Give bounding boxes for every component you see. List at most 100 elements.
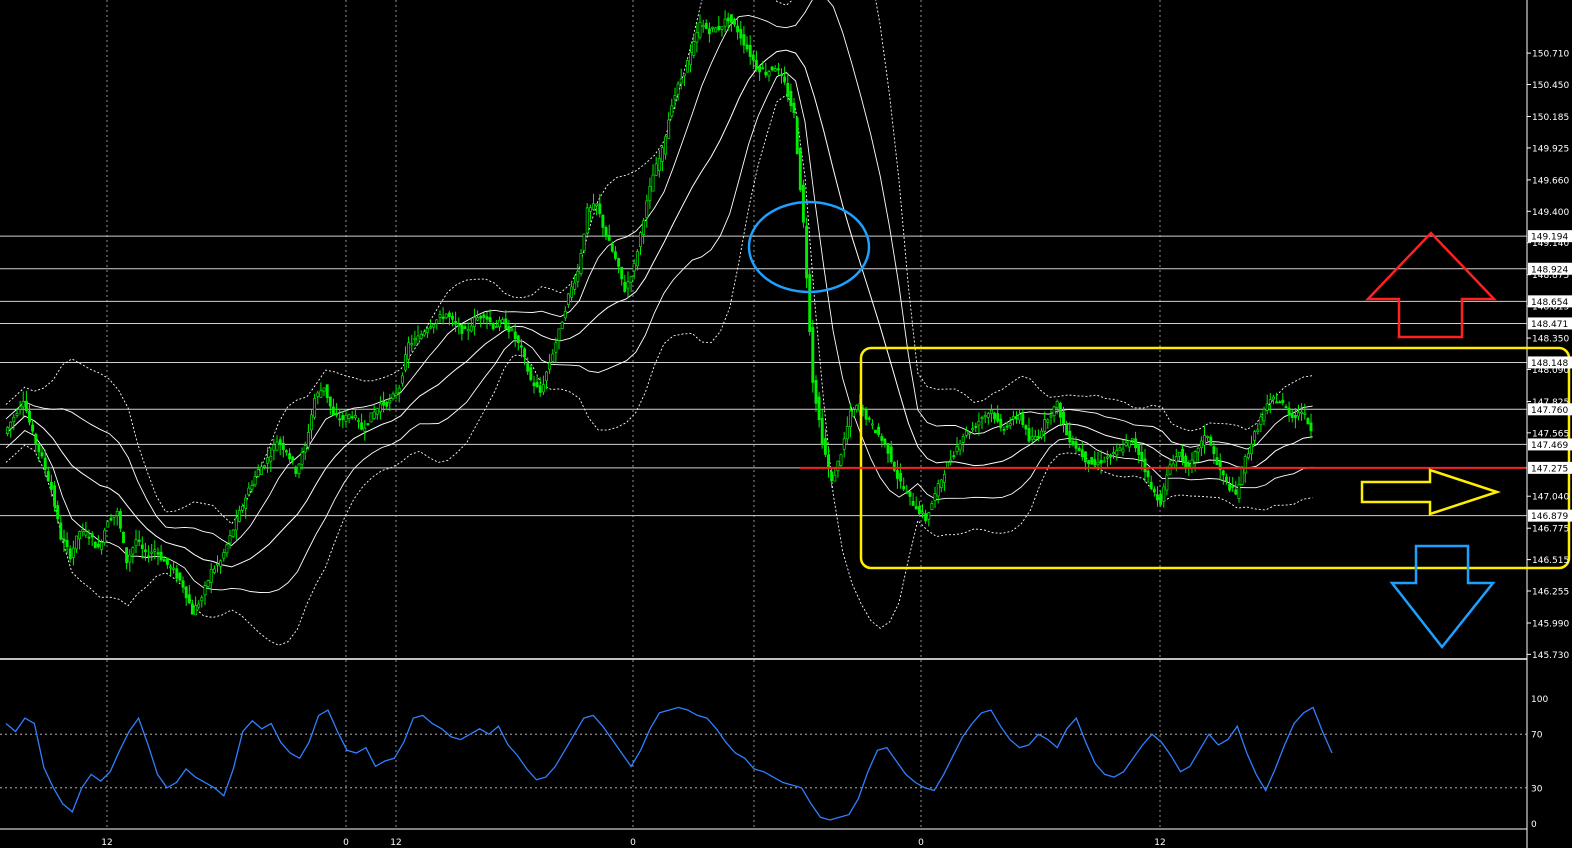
candle-body — [482, 314, 486, 318]
candle-body — [338, 418, 342, 421]
candle-body — [31, 424, 35, 432]
candle-body — [1152, 488, 1156, 493]
candle-body — [949, 459, 953, 462]
candle-body — [325, 384, 329, 399]
candle-body — [1065, 424, 1069, 436]
candle-body — [673, 95, 677, 100]
candle-body — [103, 529, 107, 543]
candle-body — [1234, 489, 1238, 495]
candle-body — [241, 505, 245, 511]
candle-body — [1049, 415, 1053, 418]
oscillator-panel: 100 70 30 0 — [0, 695, 1548, 830]
candle-body — [184, 586, 188, 599]
candle-body — [397, 387, 401, 393]
candle-body — [125, 547, 129, 564]
candle-body — [1221, 470, 1225, 476]
candle-body — [237, 510, 241, 522]
candle-body — [507, 325, 511, 332]
candle-body — [410, 343, 414, 346]
candle-body — [1297, 412, 1300, 417]
candle-body — [723, 18, 727, 27]
candle-body — [263, 465, 266, 468]
band-middle — [5, 49, 1313, 568]
candle-body — [620, 266, 624, 280]
down-arrow-icon — [1389, 544, 1496, 650]
candle-body — [1036, 435, 1040, 438]
candle-body — [75, 535, 78, 550]
candle-body — [90, 533, 94, 538]
candle-body — [1303, 412, 1307, 415]
candle-body — [335, 412, 339, 416]
candle-body — [416, 335, 420, 344]
candle-body — [46, 471, 50, 482]
candle-body — [156, 552, 160, 555]
candle-body — [228, 535, 232, 544]
candle-body — [206, 580, 210, 587]
candle-body — [1024, 425, 1028, 430]
candle-body — [1027, 428, 1031, 442]
candle-body — [400, 375, 404, 384]
candle-body — [855, 405, 859, 410]
time-tick-label: 0 — [630, 838, 636, 848]
candle-body — [216, 563, 219, 566]
candle-body — [667, 119, 671, 139]
candle-body — [751, 54, 755, 61]
candle-body — [617, 258, 621, 267]
candle-body — [438, 314, 442, 318]
candle-body — [921, 511, 924, 514]
candle-body — [770, 66, 774, 71]
candle-body — [654, 163, 658, 176]
candle-body — [9, 421, 13, 429]
candle-body — [269, 456, 273, 462]
candle-body — [451, 316, 454, 320]
candle-body — [560, 321, 564, 329]
candle-body — [545, 371, 548, 382]
level-tag-label: 148.471 — [1531, 320, 1568, 330]
candle-body — [588, 207, 592, 212]
candle-body — [880, 436, 884, 441]
candle-body — [231, 529, 235, 537]
time-tick-label: 0 — [918, 838, 924, 848]
candle-body — [742, 34, 746, 46]
candle-body — [222, 552, 226, 559]
candle-body — [1184, 455, 1188, 469]
price-tick-label: 145.730 — [1532, 651, 1569, 661]
candle-body — [1068, 430, 1072, 443]
candle-body — [870, 423, 874, 426]
candle-body — [895, 469, 899, 479]
candle-body — [385, 401, 389, 407]
candle-body — [466, 329, 470, 332]
candle-body — [6, 427, 10, 434]
candle-body — [96, 543, 100, 548]
candle-body — [1121, 448, 1125, 453]
candle-body — [541, 384, 545, 393]
candle-body — [388, 399, 392, 404]
candle-body — [566, 293, 570, 305]
candle-body — [864, 409, 868, 420]
candle-body — [579, 253, 583, 274]
candle-body — [1265, 403, 1269, 411]
candle-body — [989, 409, 993, 414]
candle-body — [1102, 460, 1106, 463]
candle-body — [792, 102, 796, 114]
candle-body — [905, 491, 909, 494]
candle-body — [288, 453, 292, 460]
price-tick-label: 146.255 — [1532, 587, 1569, 597]
candle-body — [178, 572, 182, 581]
candle-body — [28, 410, 31, 423]
candle-body — [1077, 447, 1081, 452]
candle-body — [425, 328, 429, 333]
candle-body — [498, 319, 501, 328]
candle-body — [554, 342, 558, 353]
price-tick-label: 147.040 — [1532, 493, 1569, 503]
candle-body — [642, 220, 646, 235]
candle-body — [266, 457, 270, 464]
candle-body — [12, 416, 16, 422]
candlesticks — [6, 10, 1313, 616]
candle-body — [21, 401, 25, 408]
candle-body — [366, 423, 370, 426]
candle-body — [983, 414, 987, 417]
price-tick-label: 150.710 — [1532, 50, 1569, 60]
candle-body — [1002, 428, 1006, 431]
right-arrow-icon — [1360, 468, 1502, 516]
